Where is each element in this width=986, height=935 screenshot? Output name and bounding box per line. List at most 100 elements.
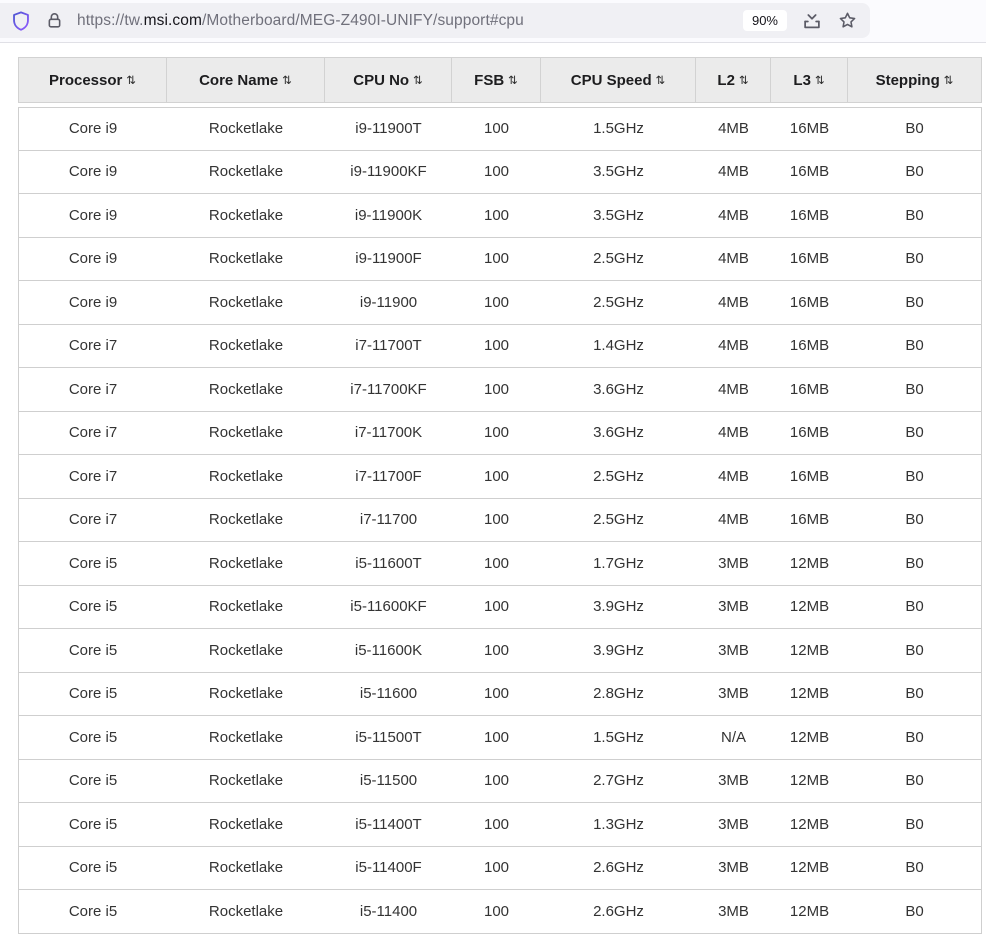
column-header-cpu-no[interactable]: CPU No ⇅ bbox=[325, 57, 452, 103]
sort-icon: ⇅ bbox=[282, 73, 292, 87]
table-cell: 100 bbox=[452, 499, 541, 543]
table-cell: i5-11600KF bbox=[325, 586, 452, 630]
table-row: Core i5Rocketlakei5-114001002.6GHz3MB12M… bbox=[18, 890, 982, 934]
column-label: L3 bbox=[793, 72, 811, 89]
table-cell: 1.3GHz bbox=[541, 803, 696, 847]
table-cell: Core i5 bbox=[18, 629, 167, 673]
column-header-processor[interactable]: Processor⇅ bbox=[18, 57, 167, 103]
table-cell: 12MB bbox=[771, 673, 848, 717]
table-row: Core i7Rocketlakei7-11700F1002.5GHz4MB16… bbox=[18, 455, 982, 499]
zoom-level-badge[interactable]: 90% bbox=[743, 10, 787, 31]
table-row: Core i9Rocketlakei9-11900KF1003.5GHz4MB1… bbox=[18, 151, 982, 195]
table-cell: Rocketlake bbox=[167, 716, 325, 760]
column-label: CPU No bbox=[353, 72, 409, 89]
table-cell: i7-11700KF bbox=[325, 368, 452, 412]
table-cell: 3.9GHz bbox=[541, 586, 696, 630]
table-cell: 100 bbox=[452, 716, 541, 760]
table-cell: Rocketlake bbox=[167, 890, 325, 934]
table-cell: 3MB bbox=[696, 760, 771, 804]
bookmark-star-icon[interactable] bbox=[837, 10, 858, 31]
table-cell: 100 bbox=[452, 151, 541, 195]
table-row: Core i7Rocketlakei7-11700KF1003.6GHz4MB1… bbox=[18, 368, 982, 412]
table-row: Core i7Rocketlakei7-11700K1003.6GHz4MB16… bbox=[18, 412, 982, 456]
table-cell: Rocketlake bbox=[167, 673, 325, 717]
table-cell: 100 bbox=[452, 629, 541, 673]
lock-icon[interactable] bbox=[45, 11, 64, 30]
column-header-stepping[interactable]: Stepping ⇅ bbox=[848, 57, 982, 103]
column-header-core-name[interactable]: Core Name⇅ bbox=[167, 57, 325, 103]
table-cell: 4MB bbox=[696, 412, 771, 456]
table-row: Core i9Rocketlakei9-119001002.5GHz4MB16M… bbox=[18, 281, 982, 325]
table-cell: B0 bbox=[848, 586, 982, 630]
table-cell: Core i5 bbox=[18, 586, 167, 630]
sort-icon: ⇅ bbox=[413, 73, 423, 87]
column-label: FSB bbox=[474, 72, 504, 89]
table-cell: 12MB bbox=[771, 542, 848, 586]
table-cell: Rocketlake bbox=[167, 412, 325, 456]
table-cell: i7-11700T bbox=[325, 325, 452, 369]
save-tray-icon[interactable] bbox=[801, 10, 823, 32]
url-text[interactable]: https://tw.msi.com/Motherboard/MEG-Z490I… bbox=[77, 12, 524, 30]
table-cell: 4MB bbox=[696, 499, 771, 543]
table-row: Core i5Rocketlakei5-11400F1002.6GHz3MB12… bbox=[18, 847, 982, 891]
sort-icon: ⇅ bbox=[944, 73, 954, 87]
column-header-fsb[interactable]: FSB ⇅ bbox=[452, 57, 541, 103]
table-cell: 100 bbox=[452, 412, 541, 456]
table-cell: 16MB bbox=[771, 499, 848, 543]
table-cell: 4MB bbox=[696, 194, 771, 238]
table-cell: Core i7 bbox=[18, 455, 167, 499]
table-cell: 100 bbox=[452, 455, 541, 499]
table-cell: Core i9 bbox=[18, 238, 167, 282]
table-row: Core i5Rocketlakei5-11600T1001.7GHz3MB12… bbox=[18, 542, 982, 586]
table-cell: 100 bbox=[452, 890, 541, 934]
table-cell: Core i9 bbox=[18, 107, 167, 151]
table-cell: 16MB bbox=[771, 107, 848, 151]
table-row: Core i5Rocketlakei5-116001002.8GHz3MB12M… bbox=[18, 673, 982, 717]
table-cell: Rocketlake bbox=[167, 586, 325, 630]
table-cell: 100 bbox=[452, 847, 541, 891]
table-cell: B0 bbox=[848, 151, 982, 195]
table-cell: Rocketlake bbox=[167, 194, 325, 238]
table-cell: 100 bbox=[452, 368, 541, 412]
column-header-cpu-speed[interactable]: CPU Speed⇅ bbox=[541, 57, 696, 103]
table-cell: 12MB bbox=[771, 803, 848, 847]
table-cell: B0 bbox=[848, 890, 982, 934]
table-cell: i9-11900K bbox=[325, 194, 452, 238]
table-row: Core i9Rocketlakei9-11900K1003.5GHz4MB16… bbox=[18, 194, 982, 238]
table-cell: 4MB bbox=[696, 238, 771, 282]
table-cell: N/A bbox=[696, 716, 771, 760]
table-row: Core i5Rocketlakei5-11600K1003.9GHz3MB12… bbox=[18, 629, 982, 673]
column-header-l3[interactable]: L3⇅ bbox=[771, 57, 848, 103]
table-cell: 16MB bbox=[771, 455, 848, 499]
table-cell: Rocketlake bbox=[167, 368, 325, 412]
table-cell: 100 bbox=[452, 803, 541, 847]
column-label: L2 bbox=[717, 72, 735, 89]
table-cell: Core i9 bbox=[18, 151, 167, 195]
table-cell: 12MB bbox=[771, 890, 848, 934]
url-bar[interactable]: https://tw.msi.com/Motherboard/MEG-Z490I… bbox=[0, 3, 870, 38]
table-cell: 100 bbox=[452, 107, 541, 151]
table-cell: Core i5 bbox=[18, 716, 167, 760]
table-cell: Core i5 bbox=[18, 673, 167, 717]
table-cell: 3MB bbox=[696, 542, 771, 586]
table-cell: Rocketlake bbox=[167, 499, 325, 543]
sort-icon: ⇅ bbox=[126, 73, 136, 87]
table-cell: 3MB bbox=[696, 847, 771, 891]
tracking-protection-shield-icon[interactable] bbox=[10, 10, 32, 32]
column-header-l2[interactable]: L2⇅ bbox=[696, 57, 771, 103]
column-label: Stepping bbox=[876, 72, 940, 89]
table-cell: B0 bbox=[848, 238, 982, 282]
url-prefix: https://tw. bbox=[77, 12, 144, 29]
table-cell: Core i5 bbox=[18, 847, 167, 891]
table-cell: i9-11900KF bbox=[325, 151, 452, 195]
table-cell: Rocketlake bbox=[167, 325, 325, 369]
table-cell: i5-11400T bbox=[325, 803, 452, 847]
cpu-table-body: Core i9Rocketlakei9-11900T1001.5GHz4MB16… bbox=[18, 103, 982, 934]
table-row: Core i5Rocketlakei5-11600KF1003.9GHz3MB1… bbox=[18, 586, 982, 630]
table-cell: Rocketlake bbox=[167, 847, 325, 891]
sort-icon: ⇅ bbox=[508, 73, 518, 87]
table-cell: i5-11600T bbox=[325, 542, 452, 586]
table-cell: Rocketlake bbox=[167, 281, 325, 325]
table-cell: 3.6GHz bbox=[541, 368, 696, 412]
table-cell: Rocketlake bbox=[167, 107, 325, 151]
